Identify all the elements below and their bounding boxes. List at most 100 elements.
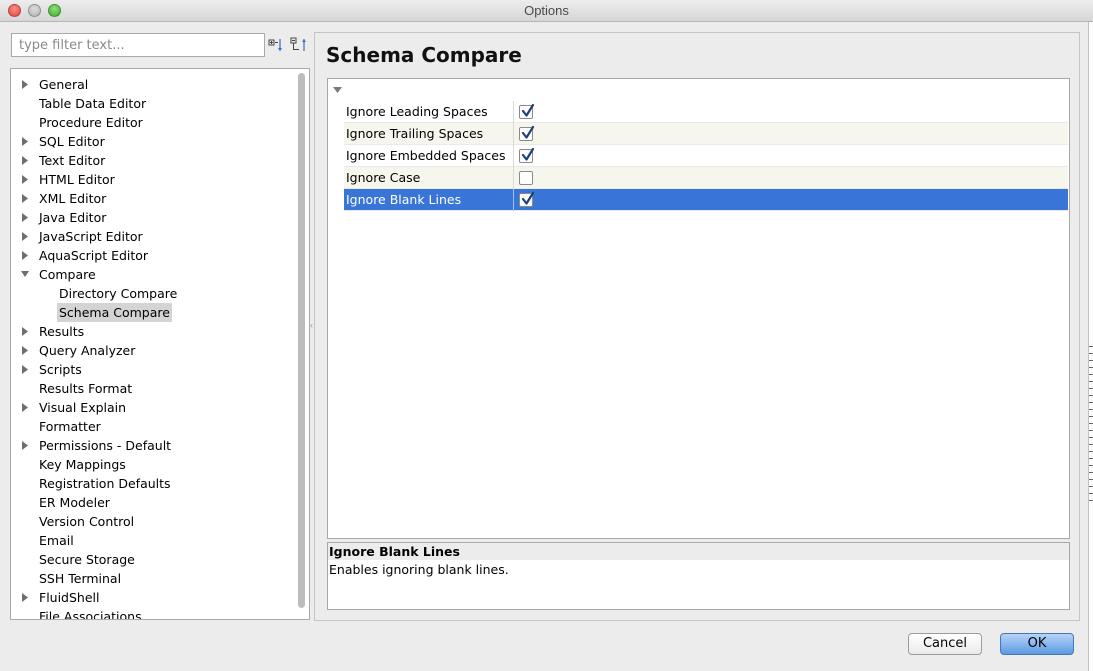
property-row[interactable]: Ignore Trailing Spaces xyxy=(344,123,1068,145)
tree-item[interactable]: Query Analyzer xyxy=(11,341,296,360)
tree-item[interactable]: Visual Explain xyxy=(11,398,296,417)
collapsed-arrow-icon[interactable] xyxy=(20,588,30,607)
tree-item-label: Java Editor xyxy=(39,210,107,225)
tree-item-label: Compare xyxy=(39,267,96,282)
checked-checkbox[interactable] xyxy=(519,191,535,207)
tree-item[interactable]: Permissions - Default xyxy=(11,436,296,455)
tree-item[interactable]: ER Modeler xyxy=(11,493,296,512)
preference-page: Schema Compare Ignore Leading Spaces Igno… xyxy=(314,32,1080,621)
tree-item-label: Scripts xyxy=(39,362,82,377)
property-value xyxy=(515,123,1068,145)
tree-item-label: Directory Compare xyxy=(59,286,178,301)
tree-item[interactable]: Schema Compare xyxy=(11,303,296,322)
description-text: Enables ignoring blank lines. xyxy=(329,562,509,577)
tree-item-label: ER Modeler xyxy=(39,495,110,510)
collapsed-arrow-icon[interactable] xyxy=(20,227,30,246)
property-value xyxy=(515,167,1068,189)
options-tree[interactable]: General Table Data Editor Procedure Editor… xyxy=(10,68,310,620)
expand-all-icon[interactable] xyxy=(268,36,286,54)
tree-item[interactable]: Compare xyxy=(11,265,296,284)
property-value xyxy=(515,145,1068,167)
tree-item[interactable]: Email xyxy=(11,531,296,550)
collapsed-arrow-icon[interactable] xyxy=(20,208,30,227)
tree-item-label: Results Format xyxy=(39,381,133,396)
tree-item[interactable]: Results xyxy=(11,322,296,341)
tree-item-label: Key Mappings xyxy=(39,457,126,472)
property-value xyxy=(515,101,1068,123)
collapsed-arrow-icon[interactable] xyxy=(20,436,30,455)
tree-item[interactable]: AquaScript Editor xyxy=(11,246,296,265)
ok-button[interactable]: OK xyxy=(1000,633,1074,655)
tree-item[interactable]: Procedure Editor xyxy=(11,113,296,132)
expanded-arrow-icon[interactable] xyxy=(20,265,30,284)
collapse-section-icon[interactable] xyxy=(332,84,344,96)
tree-item[interactable]: Scripts xyxy=(11,360,296,379)
property-table: Ignore Leading Spaces Ignore Trailing Spa… xyxy=(327,78,1070,539)
tree-item[interactable]: Results Format xyxy=(11,379,296,398)
collapsed-arrow-icon[interactable] xyxy=(20,132,30,151)
tree-item-label: Email xyxy=(39,533,74,548)
collapsed-arrow-icon[interactable] xyxy=(20,246,30,265)
tree-item[interactable]: JavaScript Editor xyxy=(11,227,296,246)
tree-item-label: Visual Explain xyxy=(39,400,127,415)
checked-checkbox[interactable] xyxy=(519,147,535,163)
tree-item-label: Table Data Editor xyxy=(39,96,147,111)
tree-item[interactable]: Registration Defaults xyxy=(11,474,296,493)
tree-item-label: Permissions - Default xyxy=(39,438,172,453)
property-value xyxy=(515,189,1068,211)
tree-item-label: Secure Storage xyxy=(39,552,135,567)
checked-checkbox[interactable] xyxy=(519,125,535,141)
collapsed-arrow-icon[interactable] xyxy=(20,322,30,341)
tree-item-label: Formatter xyxy=(39,419,101,434)
tree-scrollbar[interactable] xyxy=(298,73,305,608)
tree-item-label: SSH Terminal xyxy=(39,571,122,586)
collapsed-arrow-icon[interactable] xyxy=(20,189,30,208)
tree-item[interactable]: Formatter xyxy=(11,417,296,436)
window-title: Options xyxy=(524,3,569,18)
tree-item[interactable]: Secure Storage xyxy=(11,550,296,569)
property-name: Ignore Leading Spaces xyxy=(344,101,514,123)
tree-item-label: General xyxy=(39,77,89,92)
description-title: Ignore Blank Lines xyxy=(328,543,1069,560)
collapsed-arrow-icon[interactable] xyxy=(20,398,30,417)
collapsed-arrow-icon[interactable] xyxy=(20,170,30,189)
description-panel: Ignore Blank Lines Enables ignoring blan… xyxy=(327,542,1070,610)
tree-item[interactable]: SSH Terminal xyxy=(11,569,296,588)
tree-item[interactable]: Directory Compare xyxy=(11,284,296,303)
property-row[interactable]: Ignore Case xyxy=(344,167,1068,189)
tree-item[interactable]: FluidShell xyxy=(11,588,296,607)
tree-item-label: Version Control xyxy=(39,514,135,529)
property-name: Ignore Case xyxy=(344,167,514,189)
collapsed-arrow-icon[interactable] xyxy=(20,151,30,170)
collapsed-arrow-icon[interactable] xyxy=(20,75,30,94)
tree-item[interactable]: Text Editor xyxy=(11,151,296,170)
tree-item[interactable]: SQL Editor xyxy=(11,132,296,151)
property-row[interactable]: Ignore Embedded Spaces xyxy=(344,145,1068,167)
tree-item[interactable]: Table Data Editor xyxy=(11,94,296,113)
tree-item[interactable]: Java Editor xyxy=(11,208,296,227)
collapsed-arrow-icon[interactable] xyxy=(20,360,30,379)
tree-item-label: FluidShell xyxy=(39,590,100,605)
tree-item-label: Text Editor xyxy=(39,153,106,168)
filter-input[interactable]: type filter text... xyxy=(11,33,265,57)
property-row[interactable]: Ignore Leading Spaces xyxy=(344,101,1068,123)
checked-checkbox[interactable] xyxy=(519,103,535,119)
tree-item-label: Results xyxy=(39,324,85,339)
tree-item[interactable]: Key Mappings xyxy=(11,455,296,474)
tree-item[interactable]: HTML Editor xyxy=(11,170,296,189)
collapsed-arrow-icon[interactable] xyxy=(20,341,30,360)
background-window-edge xyxy=(1089,340,1093,505)
tree-item[interactable]: XML Editor xyxy=(11,189,296,208)
tree-item[interactable]: Version Control xyxy=(11,512,296,531)
collapse-all-icon[interactable] xyxy=(290,36,308,54)
tree-item[interactable]: File Associations xyxy=(11,607,296,619)
tree-item-label: HTML Editor xyxy=(39,172,115,187)
tree-item-label: Procedure Editor xyxy=(39,115,143,130)
property-row[interactable]: Ignore Blank Lines xyxy=(344,189,1068,211)
unchecked-checkbox[interactable] xyxy=(519,171,533,185)
property-name: Ignore Embedded Spaces xyxy=(344,145,514,167)
cancel-button[interactable]: Cancel xyxy=(908,633,982,655)
tree-item-label: SQL Editor xyxy=(39,134,105,149)
property-name: Ignore Blank Lines xyxy=(344,189,514,211)
tree-item[interactable]: General xyxy=(11,75,296,94)
